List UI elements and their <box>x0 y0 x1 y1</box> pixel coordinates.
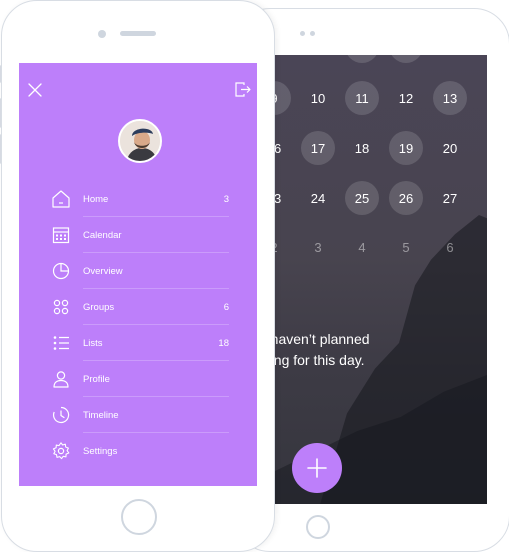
calendar-day[interactable]: 20 <box>433 131 467 165</box>
calendar-day[interactable]: 5 <box>389 230 423 264</box>
calendar-day[interactable]: 12 <box>389 81 423 115</box>
timeline-icon <box>51 405 71 425</box>
menu-item-label: Settings <box>83 445 118 457</box>
avatar[interactable] <box>118 119 162 163</box>
menu-item-groups[interactable]: Groups 6 <box>49 289 229 325</box>
menu-item-lists[interactable]: Lists 18 <box>49 325 229 361</box>
back-sensor-dot <box>310 31 315 36</box>
lists-icon <box>51 333 71 353</box>
menu-item-timeline[interactable]: Timeline <box>49 397 229 433</box>
menu-item-label: Home <box>83 193 109 205</box>
calendar-day[interactable]: 27 <box>433 181 467 215</box>
calendar-day-partial <box>389 55 423 63</box>
calendar-day[interactable]: 11 <box>345 81 379 115</box>
calendar-day[interactable]: 18 <box>345 131 379 165</box>
menu-item-count: 6 <box>223 301 229 313</box>
calendar-day[interactable]: 10 <box>301 81 335 115</box>
calendar-screen: 9101112131617181920232425262723456 u hav… <box>271 55 487 504</box>
home-icon <box>51 189 71 209</box>
menu-item-calendar[interactable]: Calendar <box>49 217 229 253</box>
back-home-button[interactable] <box>306 515 330 539</box>
settings-icon <box>51 441 71 461</box>
menu-item-label: Overview <box>83 265 123 277</box>
plus-icon <box>307 458 327 478</box>
logout-icon[interactable] <box>235 82 251 97</box>
front-speaker <box>120 31 156 36</box>
profile-icon <box>51 369 71 389</box>
empty-message-line2: thing for this day. <box>271 352 365 368</box>
calendar-day[interactable]: 24 <box>301 181 335 215</box>
menu-item-overview[interactable]: Overview <box>49 253 229 289</box>
calendar-day[interactable]: 4 <box>345 230 379 264</box>
empty-message-line1: u haven’t planned <box>271 331 370 347</box>
menu-item-count: 3 <box>223 193 229 205</box>
add-event-button[interactable] <box>292 443 342 493</box>
menu-item-settings[interactable]: Settings <box>49 433 229 469</box>
front-camera-dot <box>98 30 106 38</box>
overview-icon <box>51 261 71 281</box>
groups-icon <box>51 297 71 317</box>
front-home-button[interactable] <box>121 499 157 535</box>
menu-item-count: 18 <box>218 337 229 349</box>
menu-item-label: Groups <box>83 301 115 313</box>
menu-item-label: Lists <box>83 337 103 349</box>
menu-item-profile[interactable]: Profile <box>49 361 229 397</box>
calendar-day-partial <box>345 55 379 63</box>
menu-screen: Home 3 Calendar Overview Groups 6 Lists 18 Profi… <box>19 63 257 486</box>
back-camera-dot <box>300 31 305 36</box>
calendar-day[interactable]: 26 <box>389 181 423 215</box>
calendar-day[interactable]: 19 <box>389 131 423 165</box>
calendar-day[interactable]: 3 <box>301 230 335 264</box>
menu-item-home[interactable]: Home 3 <box>49 181 229 217</box>
calendar-day[interactable]: 17 <box>301 131 335 165</box>
avatar-photo <box>120 121 160 161</box>
close-icon[interactable] <box>28 83 42 97</box>
calendar-day[interactable]: 6 <box>433 230 467 264</box>
calendar-day[interactable]: 13 <box>433 81 467 115</box>
menu-item-label: Calendar <box>83 229 122 241</box>
menu-item-label: Profile <box>83 373 110 385</box>
calendar-day[interactable]: 25 <box>345 181 379 215</box>
menu-item-label: Timeline <box>83 409 119 421</box>
calendar-icon <box>51 225 71 245</box>
